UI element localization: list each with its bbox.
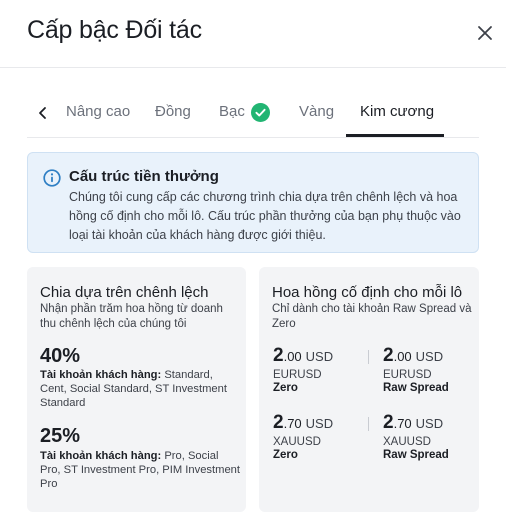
tier-percent: 25% [40, 425, 81, 447]
fee-currency: USD [305, 416, 334, 431]
spread-share-card: Chia dựa trên chênh lệch Nhận phần trăm … [27, 267, 246, 512]
fee-currency: USD [415, 349, 444, 364]
fee-int: 2 [273, 345, 284, 366]
tier-accounts: Tài khoản khách hàng: Standard, Cent, So… [40, 368, 240, 410]
fee-account-type: Raw Spread [383, 449, 449, 461]
tier-accounts: Tài khoản khách hàng: Pro, Social Pro, S… [40, 449, 240, 491]
tab-bac[interactable]: Bạc [219, 103, 245, 120]
active-tab-indicator [346, 134, 444, 137]
dialog-header: Cấp bậc Đối tác [0, 0, 506, 68]
accounts-label: Tài khoản khách hàng: [40, 450, 162, 462]
spread-card-subtitle: Nhận phần trăm hoa hồng từ doanh thu chê… [40, 303, 223, 330]
fee-account-type: Zero [273, 382, 298, 394]
fixed-card-subtitle: Chỉ dành cho tài khoản Raw Spread và Zer… [272, 303, 472, 330]
notice-text: Chúng tôi cung cấp các chương trình chia… [69, 190, 461, 242]
dialog-title: Cấp bậc Đối tác [27, 16, 202, 44]
tab-dong[interactable]: Đồng [155, 103, 191, 120]
fee-int: 2 [273, 412, 284, 433]
fee-dec: .70 [393, 416, 412, 431]
fee-divider [368, 350, 369, 364]
info-icon [43, 169, 61, 187]
fee-account-type: Zero [273, 449, 298, 461]
fixed-commission-card: Hoa hồng cố định cho mỗi lô Chỉ dành cho… [259, 267, 479, 512]
fixed-card-title: Hoa hồng cố định cho mỗi lô [272, 284, 463, 301]
fee-symbol: EURUSD [383, 369, 432, 381]
chevron-left-icon[interactable] [35, 104, 51, 122]
tier-tabs: Nâng cao Đồng Bạc Vàng Kim cương [27, 90, 479, 138]
accounts-label: Tài khoản khách hàng: [40, 369, 162, 381]
fee-int: 2 [383, 412, 394, 433]
fee-symbol: XAUUSD [383, 436, 431, 448]
fee-symbol: EURUSD [273, 369, 322, 381]
fee-dec: .00 [393, 349, 412, 364]
fee-item: 2.70 USD XAUUSD Raw Spread [383, 412, 449, 461]
fee-currency: USD [305, 349, 334, 364]
tier-percent: 40% [40, 345, 81, 367]
close-icon[interactable] [474, 22, 496, 44]
bonus-structure-notice: Cấu trúc tiền thưởng Chúng tôi cung cấp … [27, 152, 479, 253]
fee-dec: .00 [283, 349, 302, 364]
tab-nang-cao[interactable]: Nâng cao [66, 103, 130, 120]
tab-kim-cuong[interactable]: Kim cương [360, 103, 434, 120]
check-circle-icon [251, 103, 270, 122]
notice-title: Cấu trúc tiền thưởng [69, 168, 219, 185]
fee-int: 2 [383, 345, 394, 366]
fee-account-type: Raw Spread [383, 382, 449, 394]
fee-item: 2.00 USD EURUSD Zero [273, 345, 333, 394]
fee-divider [368, 417, 369, 431]
spread-card-title: Chia dựa trên chênh lệch [40, 284, 209, 301]
fee-dec: .70 [283, 416, 302, 431]
tab-vang[interactable]: Vàng [299, 103, 334, 120]
fee-item: 2.70 USD XAUUSD Zero [273, 412, 333, 461]
fee-currency: USD [415, 416, 444, 431]
fee-symbol: XAUUSD [273, 436, 321, 448]
fee-item: 2.00 USD EURUSD Raw Spread [383, 345, 449, 394]
